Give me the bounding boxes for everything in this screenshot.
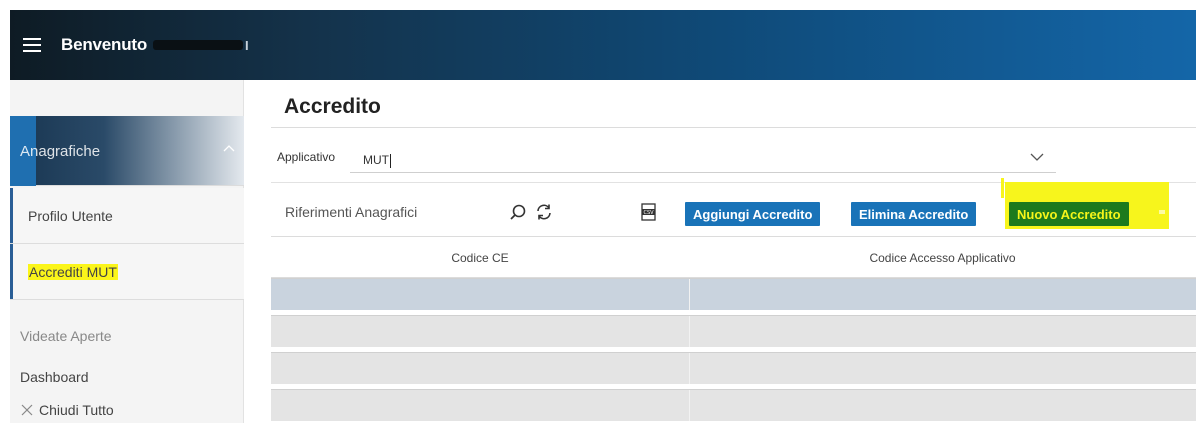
sidebar-item-accrediti-mut[interactable]: Accrediti MUT [10,244,244,300]
sidebar-group-label: Anagrafiche [20,143,101,160]
sidebar-item-profilo-utente[interactable]: Profilo Utente [10,188,244,244]
highlight-mark [1001,178,1004,198]
cell-divider [689,316,690,347]
close-all-link[interactable]: Chiudi Tutto [20,402,114,418]
menu-icon[interactable] [23,38,41,52]
open-views-heading: Videate Aperte [20,328,112,344]
close-icon [21,404,33,416]
table-header: Codice CE Codice Accesso Applicativo [271,238,1196,278]
applicativo-row: Applicativo MUT [271,127,1196,183]
table-row[interactable] [271,315,1196,347]
welcome-tail: I [245,37,249,53]
add-accredito-button[interactable]: Aggiungi Accredito [685,202,821,226]
text-cursor [390,153,391,168]
sidebar: Anagrafiche Profilo Utente Accrediti MUT… [10,80,244,423]
svg-text:CSV: CSV [643,210,654,216]
column-header-codice-ce[interactable]: Codice CE [271,251,689,265]
table-row[interactable] [271,278,1196,310]
cell-divider [689,353,690,384]
welcome-text: Benvenuto I [61,35,249,55]
sidebar-item-label: Accrediti MUT [28,263,118,280]
close-all-label: Chiudi Tutto [39,402,114,418]
welcome-label: Benvenuto [61,35,148,54]
sidebar-item-indicator [10,244,13,299]
refresh-icon[interactable] [535,203,553,221]
cell-divider [689,390,690,421]
filter-label: Riferimenti Anagrafici [285,204,418,220]
caret-mark [1159,210,1165,214]
sidebar-item-label: Profilo Utente [28,207,113,224]
dashboard-link[interactable]: Dashboard [20,369,89,385]
table-row[interactable] [271,352,1196,384]
cell-divider [689,279,690,310]
page-title: Accredito [284,95,381,118]
chevron-up-icon[interactable] [222,142,236,156]
new-accredito-button[interactable]: Nuovo Accredito [1009,202,1129,226]
top-header: Benvenuto I [10,10,1196,80]
redacted-username [153,40,244,50]
sidebar-item-indicator [10,188,13,243]
chevron-down-icon[interactable] [1030,150,1044,164]
delete-accredito-button[interactable]: Elimina Accredito [851,202,977,226]
applicativo-label: Applicativo [277,150,336,164]
applicativo-value-wrap: MUT [363,153,391,168]
sidebar-group-anagrafiche[interactable]: Anagrafiche [10,116,244,186]
accredito-table: Codice CE Codice Accesso Applicativo [271,238,1196,423]
csv-export-icon[interactable]: CSV [640,203,658,221]
search-icon[interactable] [509,203,527,221]
applicativo-select[interactable]: MUT [350,143,1056,173]
table-row[interactable] [271,389,1196,421]
column-header-codice-accesso[interactable]: Codice Accesso Applicativo [689,251,1196,265]
toolbar: Riferimenti Anagrafici CSV Aggiungi Accr… [271,178,1196,237]
applicativo-value: MUT [363,153,389,167]
